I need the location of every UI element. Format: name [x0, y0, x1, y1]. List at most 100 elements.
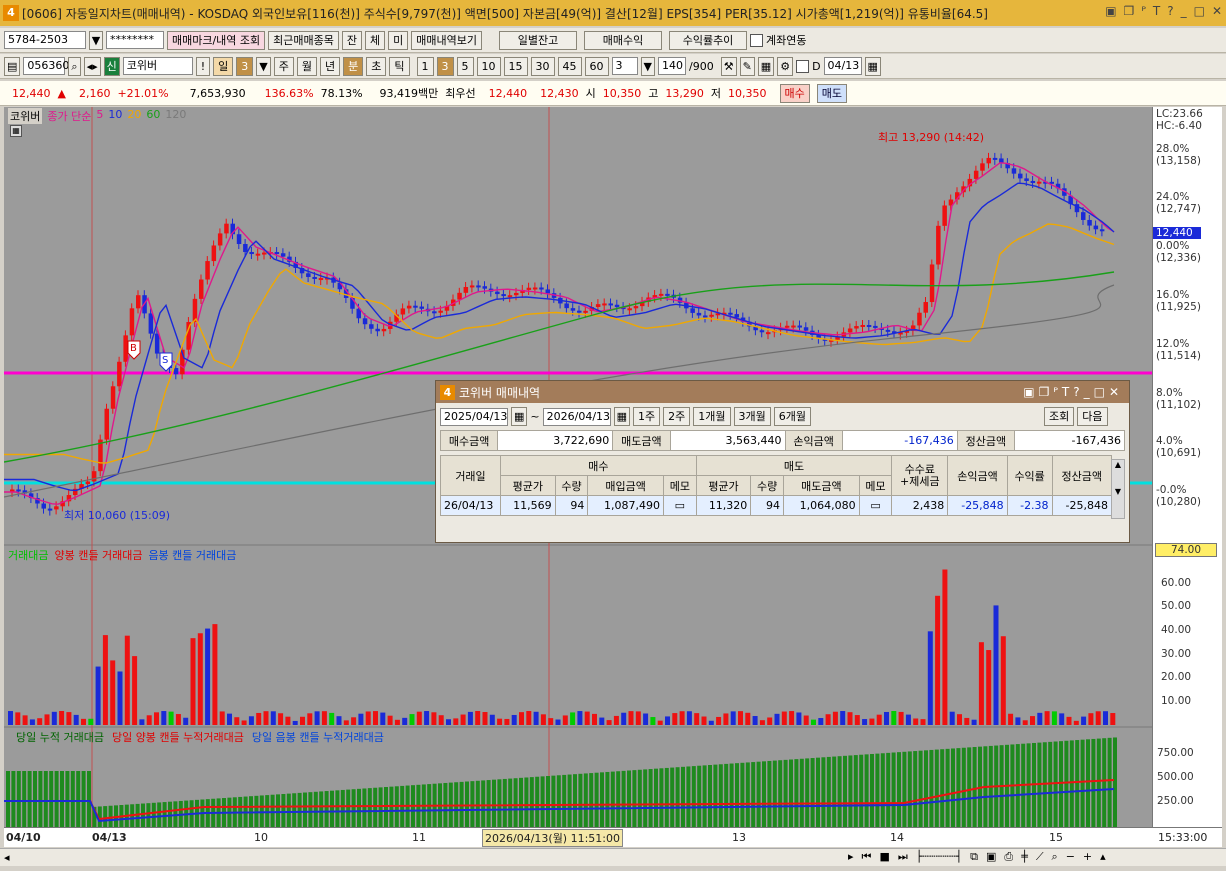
profit-trend-button[interactable]: 수익률추이 — [669, 30, 748, 50]
col-sell-memo: 메모 — [858, 475, 893, 496]
range-3m-button[interactable]: 3개월 — [733, 407, 771, 426]
account-dropdown-icon[interactable]: ▼ — [89, 30, 103, 50]
scroll-right-icon[interactable]: ▴ — [1100, 850, 1106, 864]
volume-bar — [175, 714, 181, 725]
buy-amount-label: 매수금액 — [439, 430, 499, 451]
interval-select[interactable]: 3 — [611, 57, 638, 75]
balance-button[interactable]: 잔 — [341, 30, 363, 50]
draw-tools-icon[interactable]: ⟋ — [1036, 850, 1044, 864]
search-icon[interactable]: ⌕ — [1052, 850, 1058, 864]
range-1w-button[interactable]: 1주 — [633, 407, 661, 426]
period-month-button[interactable]: 월 — [296, 56, 318, 76]
period-minute-button[interactable]: 분 — [343, 56, 364, 76]
interval-button[interactable]: 3 — [436, 56, 454, 76]
interval-button[interactable]: 45 — [557, 56, 582, 76]
date-from-input[interactable]: 2025/04/13 — [440, 407, 508, 426]
memo-icon[interactable]: ▭ — [858, 495, 893, 516]
cumulative-bar — [718, 764, 723, 827]
memo-icon[interactable]: ▭ — [662, 495, 697, 516]
trade-profit-button[interactable]: 매매수익 — [584, 30, 663, 50]
table-scrollbar[interactable]: ▲ ▼ — [1111, 459, 1125, 519]
scroll-left-icon[interactable]: ◂ — [4, 851, 10, 864]
password-field[interactable]: ******** — [106, 31, 164, 49]
stop-icon[interactable]: ■ — [879, 850, 889, 864]
stock-code-input[interactable]: 056360 — [23, 57, 69, 75]
search-icon[interactable]: ⌕ — [68, 56, 81, 76]
range-6m-button[interactable]: 6개월 — [773, 407, 812, 426]
period-week-button[interactable]: 주 — [273, 56, 294, 76]
view-toggle-icon[interactable]: ⧉ — [970, 850, 978, 864]
view-trades-button[interactable]: 매매내역보기 — [411, 30, 483, 50]
chart-menu-icon[interactable]: ▤ — [4, 56, 21, 76]
cumulative-bar — [65, 771, 70, 827]
alert-button[interactable]: ! — [195, 56, 211, 76]
image-icon[interactable]: ▣ — [986, 850, 996, 864]
zoom-slider[interactable]: ├┄┄┄┄┄┤ — [916, 850, 962, 864]
range-1m-button[interactable]: 1개월 — [693, 407, 731, 426]
close-icon[interactable]: ✕ — [1212, 4, 1222, 18]
print-icon[interactable]: ⎙ — [1004, 850, 1013, 864]
bar-count-input[interactable]: 140 — [657, 57, 686, 75]
date-to-input[interactable]: 2026/04/13 — [542, 407, 611, 426]
range-2w-button[interactable]: 2주 — [663, 407, 691, 426]
interval-dropdown-icon[interactable]: ▼ — [640, 56, 655, 76]
recent-stocks-button[interactable]: 최근매매종목 — [268, 30, 339, 50]
dialog-window-icons[interactable]: ▣❐ᴾT?_□✕ — [1023, 385, 1123, 399]
time-axis: 04/10 04/13 10 11 2026/04/13(월) 11:51:00… — [4, 827, 1222, 847]
volume-bar — [679, 711, 685, 725]
period-second-button[interactable]: 초 — [366, 56, 387, 76]
zoom-in-icon[interactable]: + — [1083, 850, 1092, 864]
next-button[interactable]: 다음 — [1077, 407, 1108, 426]
date-input[interactable]: 04/13 — [823, 57, 862, 75]
prev-next-icon[interactable]: ◂▸ — [83, 56, 101, 76]
date-checkbox[interactable] — [796, 59, 810, 73]
rewind-icon[interactable]: ⏮ — [862, 850, 872, 864]
period-dropdown-icon[interactable]: ▼ — [256, 56, 271, 76]
minimize-icon[interactable]: _ — [1181, 4, 1187, 18]
daily-balance-button[interactable]: 일별잔고 — [499, 30, 578, 50]
query-button[interactable]: 조회 — [1044, 407, 1075, 426]
stock-name-field[interactable]: 코위버 — [122, 57, 193, 75]
account-link-checkbox[interactable] — [750, 33, 764, 47]
settings-icon[interactable]: ⚙ — [777, 56, 794, 76]
period-num-button[interactable]: 3 — [236, 56, 254, 76]
cumulative-bar — [891, 752, 896, 827]
filled-button[interactable]: 체 — [365, 30, 386, 50]
copy-icon[interactable]: ❐ — [1124, 4, 1135, 18]
save-icon[interactable]: ▦ — [757, 56, 775, 76]
period-day-button[interactable]: 일 — [213, 56, 234, 76]
calendar-icon[interactable]: ▦ — [864, 56, 881, 76]
grid-toggle-icon[interactable]: ▦ — [10, 125, 22, 137]
volume-bar — [409, 714, 415, 725]
play-icon[interactable]: ▸ — [848, 850, 854, 864]
buy-button[interactable]: 매수 — [779, 83, 810, 103]
tools-icon[interactable]: ⚒ — [720, 56, 737, 76]
help-icon[interactable]: ? — [1167, 4, 1173, 18]
forward-icon[interactable]: ⏭ — [898, 850, 908, 864]
maximize-icon[interactable]: □ — [1194, 4, 1205, 18]
unfilled-button[interactable]: 미 — [388, 30, 409, 50]
interval-button[interactable]: 10 — [476, 56, 501, 76]
font-icon[interactable]: T — [1153, 4, 1160, 18]
crosshair-icon[interactable]: ╪ — [1021, 850, 1028, 864]
interval-button[interactable]: 30 — [530, 56, 555, 76]
calendar-icon[interactable]: ▦ — [613, 407, 631, 426]
interval-button[interactable]: 5 — [456, 56, 474, 76]
hc-label: HC:-6.40 — [1156, 120, 1202, 132]
interval-button[interactable]: 15 — [503, 56, 528, 76]
sell-button[interactable]: 매도 — [816, 83, 848, 103]
period-year-button[interactable]: 년 — [320, 56, 341, 76]
interval-button[interactable]: 1 — [416, 56, 434, 76]
cumulative-bar — [637, 769, 642, 827]
zoom-out-icon[interactable]: − — [1066, 850, 1075, 864]
pin-icon[interactable]: ᴾ — [1141, 4, 1146, 18]
interval-button[interactable]: 60 — [584, 56, 609, 76]
layout-icon[interactable]: ▣ — [1105, 4, 1116, 18]
table-row[interactable]: 26/04/13 11,569 94 1,087,490 ▭ 11,320 94… — [440, 495, 1113, 516]
account-select[interactable]: 5784-2503 — [4, 31, 86, 49]
draw-icon[interactable]: ✎ — [739, 56, 755, 76]
chart-scrollbar[interactable]: ◂ ▸ ⏮ ■ ⏭ ├┄┄┄┄┄┤ ⧉ ▣ ⎙ ╪ ⟋ ⌕ − + ▴ — [0, 848, 1226, 866]
period-tick-button[interactable]: 틱 — [389, 56, 410, 76]
calendar-icon[interactable]: ▦ — [511, 407, 528, 426]
marks-query-button[interactable]: 매매마크/내역 조회 — [167, 30, 266, 50]
